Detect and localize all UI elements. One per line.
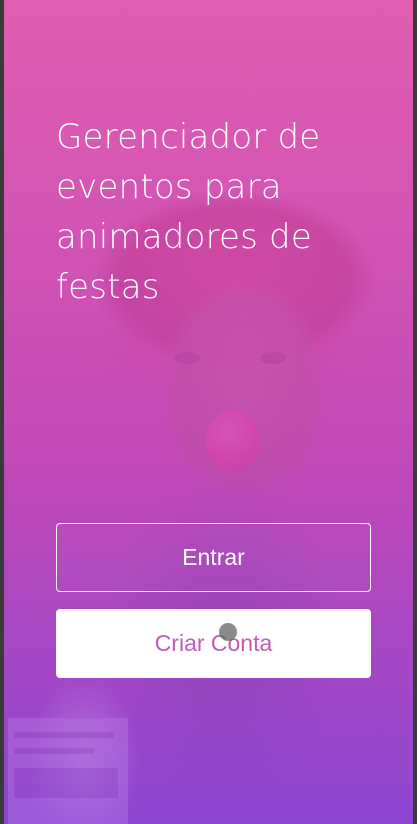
login-button[interactable]: Entrar bbox=[56, 523, 371, 592]
app-headline: Gerenciador de eventos para animadores d… bbox=[56, 117, 321, 307]
touch-indicator bbox=[219, 623, 237, 641]
create-account-button[interactable]: Criar Conta bbox=[56, 609, 371, 678]
welcome-screen: Gerenciador de eventos para animadores d… bbox=[0, 0, 417, 824]
